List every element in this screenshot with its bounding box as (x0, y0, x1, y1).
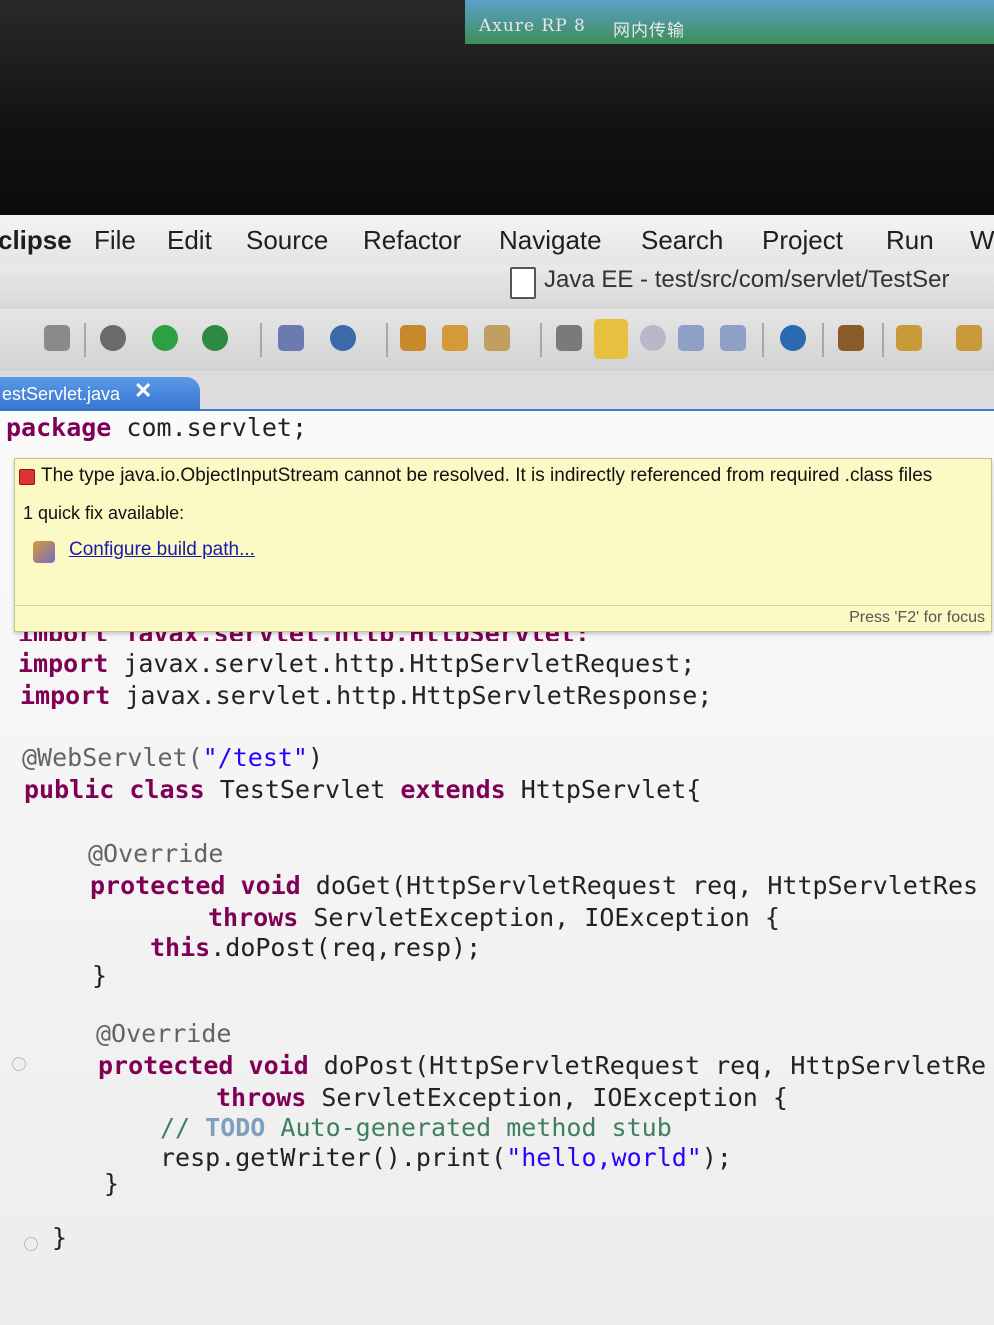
toolbar-separator (260, 323, 262, 357)
close-icon[interactable]: ✕ (134, 378, 152, 404)
menu-refactor[interactable]: Refactor (363, 225, 461, 256)
code-line-override-1: @Override (88, 839, 224, 868)
menu-edit[interactable]: Edit (167, 225, 212, 256)
menu-source[interactable]: Source (246, 225, 328, 256)
prev-annotation-icon[interactable] (956, 325, 982, 351)
configure-build-path-link[interactable]: Configure build path... (69, 539, 255, 561)
toolbar-separator (762, 323, 764, 357)
new-class-icon[interactable] (330, 325, 356, 351)
menu-window[interactable]: W (970, 225, 994, 256)
code-line-todo-comment: // TODO Auto-generated method stub (160, 1113, 672, 1142)
new-server-icon[interactable] (278, 325, 304, 351)
code-line-throws-1: throws ServletException, IOException { (208, 903, 780, 932)
print-icon[interactable] (44, 325, 70, 351)
code-line-dopost: protected void doPost(HttpServletRequest… (98, 1051, 987, 1080)
debug-icon[interactable] (100, 325, 126, 351)
run-external-icon[interactable] (202, 325, 228, 351)
code-line-override-2: @Override (96, 1019, 232, 1048)
paragraph-icon[interactable] (720, 325, 746, 351)
focus-hint: Press 'F2' for focus (849, 609, 985, 626)
menu-project[interactable]: Project (762, 225, 843, 256)
show-whitespace-icon[interactable] (640, 325, 666, 351)
menu-app[interactable]: clipse (0, 225, 72, 256)
toolbar-separator (386, 323, 388, 357)
toolbar-separator (540, 323, 542, 357)
build-path-icon (33, 541, 55, 563)
code-line-this-dopost: this.doPost(req,resp); (150, 933, 482, 962)
java-file-icon (510, 267, 536, 299)
code-line-close-1: } (92, 961, 108, 990)
eclipse-window: clipse File Edit Source Refactor Navigat… (0, 215, 994, 1325)
open-type-icon[interactable] (400, 325, 426, 351)
open-task-icon[interactable] (442, 325, 468, 351)
code-line-print: resp.getWriter().print("hello,world"); (160, 1143, 732, 1172)
code-line-webservlet: @WebServlet("/test") (22, 743, 324, 772)
editor-tab-label: estServlet.java (2, 384, 121, 404)
menu-file[interactable]: File (94, 225, 136, 256)
fold-icon[interactable] (24, 1237, 38, 1251)
globe-icon[interactable] (780, 325, 806, 351)
menubar: clipse File Edit Source Refactor Navigat… (0, 215, 994, 265)
toolbar-separator (822, 323, 824, 357)
search-refs-icon[interactable] (838, 325, 864, 351)
code-line-import-request: import javax.servlet.http.HttpServletReq… (18, 649, 696, 678)
block-select-icon[interactable] (678, 325, 704, 351)
error-hover-popup: The type java.io.ObjectInputStream canno… (14, 458, 992, 632)
toolbar-separator (882, 323, 884, 357)
fold-icon[interactable] (12, 1057, 26, 1071)
error-message: The type java.io.ObjectInputStream canno… (41, 465, 933, 486)
window-title: Java EE - test/src/com/servlet/TestSer (544, 266, 950, 293)
code-line-package: package com.servlet; (6, 413, 308, 442)
code-line-throws-2: throws ServletException, IOException { (216, 1083, 788, 1112)
popup-footer (15, 605, 991, 632)
search-icon[interactable] (484, 325, 510, 351)
desktop-taskbar: Axure RP 8 网内传输 (465, 0, 994, 44)
code-line-close-2: } (104, 1169, 120, 1198)
code-line-close-3: } (52, 1223, 68, 1252)
error-icon (19, 469, 35, 485)
code-line-import-response: import javax.servlet.http.HttpServletRes… (20, 681, 713, 710)
menu-search[interactable]: Search (641, 225, 723, 256)
menu-run[interactable]: Run (886, 225, 934, 256)
toolbar-separator (84, 323, 86, 357)
mark-occurrences-icon[interactable] (594, 319, 628, 359)
quickfix-count: 1 quick fix available: (23, 503, 185, 523)
code-line-class-decl: public class TestServlet extends HttpSer… (24, 775, 702, 804)
code-line-doget: protected void doGet(HttpServletRequest … (90, 871, 979, 900)
menu-navigate[interactable]: Navigate (499, 225, 602, 256)
annotation-icon[interactable] (556, 325, 582, 351)
run-icon[interactable] (152, 325, 178, 351)
desktop-item-axure[interactable]: Axure RP 8 (479, 16, 586, 36)
next-annotation-icon[interactable] (896, 325, 922, 351)
desktop-item-transfer[interactable]: 网内传输 (613, 16, 685, 41)
